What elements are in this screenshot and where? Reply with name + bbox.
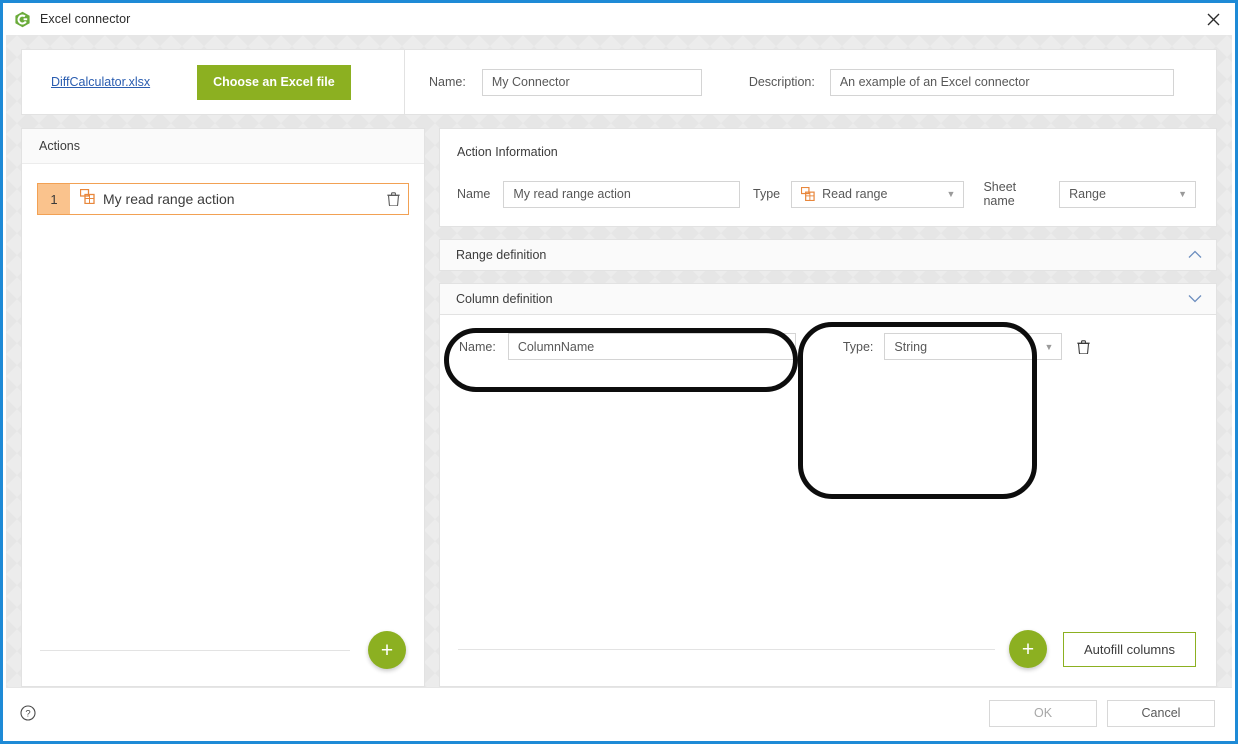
action-type-label: Type (753, 187, 780, 201)
connector-name-input[interactable] (482, 69, 702, 96)
add-action-button[interactable]: + (368, 631, 406, 669)
column-definition-title: Column definition (456, 292, 553, 306)
action-name-input[interactable] (503, 181, 740, 208)
cancel-button[interactable]: Cancel (1107, 700, 1215, 727)
action-item-label: My read range action (103, 191, 379, 207)
excel-connector-hexagon-icon (14, 11, 31, 28)
action-detail-panel: Action Information Name Type (439, 128, 1217, 687)
read-range-action-icon (801, 187, 815, 201)
action-index: 1 (38, 184, 70, 214)
close-icon[interactable] (1191, 3, 1235, 35)
action-information-title: Action Information (457, 145, 1196, 159)
chevron-down-icon[interactable] (1188, 290, 1202, 308)
connector-header: DiffCalculator.xlsx Choose an Excel file… (21, 49, 1217, 115)
divider (458, 649, 995, 650)
connector-meta-section: Name: Description: (405, 49, 1217, 115)
main-split: Actions 1 My read range act (21, 128, 1217, 687)
column-definition-body: Name: Type: String ▼ (439, 315, 1217, 687)
column-name-input[interactable] (508, 333, 796, 360)
dialog-body: DiffCalculator.xlsx Choose an Excel file… (6, 35, 1232, 738)
action-information-card: Action Information Name Type (439, 128, 1217, 227)
choose-excel-file-button[interactable]: Choose an Excel file (197, 65, 351, 100)
actions-panel-header: Actions (22, 129, 424, 164)
sheet-name-select[interactable]: Range ▼ (1059, 181, 1196, 208)
column-definition-footer: + Autofill columns (440, 612, 1216, 686)
column-type-select[interactable]: String ▼ (884, 333, 1062, 360)
autofill-columns-button[interactable]: Autofill columns (1063, 632, 1196, 667)
actions-list: 1 My read range action (22, 164, 424, 614)
svg-text:?: ? (25, 709, 30, 720)
sheet-name-label: Sheet name (983, 180, 1048, 208)
chevron-up-icon[interactable] (1188, 246, 1202, 264)
action-type-value: Read range (822, 187, 887, 201)
help-circle-icon[interactable]: ? (20, 705, 36, 721)
window-title: Excel connector (40, 12, 130, 26)
column-type-value: String (894, 340, 927, 354)
read-range-action-icon (80, 189, 95, 209)
dialog-footer: ? OK Cancel (6, 687, 1232, 738)
trash-icon[interactable] (1077, 340, 1090, 354)
dialog-action-buttons: OK Cancel (989, 700, 1215, 727)
action-type-select[interactable]: Read range ▼ (791, 181, 964, 208)
connector-description-label: Description: (749, 75, 815, 89)
action-name-label: Name (457, 187, 490, 201)
trash-icon[interactable] (387, 192, 400, 206)
column-definition-row: Name: Type: String ▼ (440, 315, 1216, 360)
chevron-down-icon: ▼ (1032, 342, 1053, 352)
connector-description-input[interactable] (830, 69, 1174, 96)
range-definition-section[interactable]: Range definition (439, 239, 1217, 271)
column-type-label: Type: (843, 340, 874, 354)
actions-panel: Actions 1 My read range act (21, 128, 425, 687)
column-definition-section[interactable]: Column definition (439, 283, 1217, 315)
action-information-row: Name Type Read range (457, 180, 1196, 208)
ok-button[interactable]: OK (989, 700, 1097, 727)
column-name-label: Name: (459, 340, 496, 354)
connector-name-label: Name: (429, 75, 466, 89)
chevron-down-icon: ▼ (1166, 189, 1187, 199)
divider (40, 650, 350, 651)
action-item-body[interactable]: My read range action (70, 184, 408, 214)
action-list-item[interactable]: 1 My read range action (37, 183, 409, 215)
selected-file-link[interactable]: DiffCalculator.xlsx (51, 75, 150, 89)
add-column-button[interactable]: + (1009, 630, 1047, 668)
range-definition-title: Range definition (456, 248, 546, 262)
chevron-down-icon: ▼ (935, 189, 956, 199)
file-chooser-section: DiffCalculator.xlsx Choose an Excel file (21, 49, 405, 115)
actions-panel-footer: + (22, 614, 424, 686)
title-bar: Excel connector (3, 3, 1235, 35)
sheet-name-value: Range (1069, 187, 1106, 201)
